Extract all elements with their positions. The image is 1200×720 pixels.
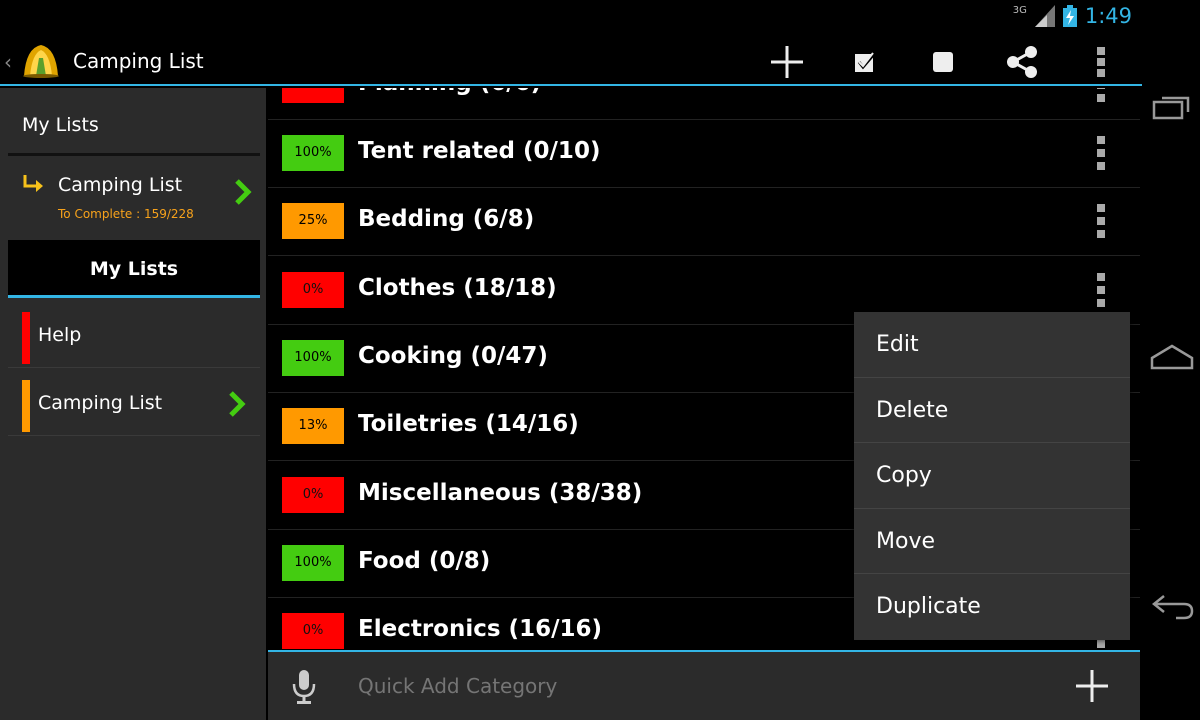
item-menu-icon[interactable]	[1096, 272, 1106, 307]
menu-item-delete[interactable]: Delete	[854, 378, 1130, 444]
drawer-item-help[interactable]: Help	[8, 302, 260, 368]
category-name: Cooking (0/47)	[358, 342, 548, 369]
progress-badge: 13%	[282, 408, 344, 445]
category-name: Planning (6/6)	[358, 88, 541, 96]
drawer-item-camping-list[interactable]: Camping List	[8, 370, 260, 436]
color-bar	[22, 380, 30, 432]
progress-badge: 100%	[282, 339, 344, 376]
list-item[interactable]: 25% Bedding (6/8)	[268, 188, 1140, 257]
checkbox-checked-icon	[855, 52, 877, 72]
app-title: Camping List	[73, 49, 204, 73]
system-nav-bar	[1142, 0, 1200, 720]
chevron-right-icon	[229, 391, 246, 417]
drawer-section-header: My Lists	[8, 240, 260, 298]
checkbox-empty-icon	[933, 52, 953, 72]
signal-icon	[1034, 5, 1055, 27]
status-bar: 3G 1:49	[0, 0, 1142, 36]
category-name: Bedding (6/8)	[358, 206, 535, 233]
status-icons: 3G 1:49	[1013, 4, 1132, 28]
clock: 1:49	[1084, 4, 1132, 28]
microphone-icon[interactable]	[292, 670, 316, 704]
menu-item-duplicate[interactable]: Duplicate	[854, 574, 1130, 640]
quick-add-input[interactable]	[358, 674, 858, 698]
overflow-menu-button[interactable]	[1083, 44, 1119, 80]
progress-badge: 25%	[282, 203, 344, 240]
category-name: Miscellaneous (38/38)	[358, 479, 643, 506]
up-caret-icon[interactable]: ‹	[4, 50, 12, 74]
home-icon[interactable]	[1150, 340, 1194, 372]
category-name: Tent related (0/10)	[358, 138, 601, 164]
current-list-progress: To Complete : 159/228	[58, 207, 194, 221]
share-icon	[1007, 46, 1037, 78]
progress-badge: 0%	[282, 476, 344, 513]
recent-apps-icon[interactable]	[1150, 92, 1194, 124]
uncheck-all-button[interactable]	[925, 44, 961, 80]
back-icon[interactable]	[1150, 590, 1194, 622]
divider	[8, 153, 260, 156]
progress-badge: 100%	[282, 135, 344, 171]
item-menu-icon[interactable]	[1096, 204, 1106, 239]
category-name: Clothes (18/18)	[358, 274, 557, 301]
drawer-heading: My Lists	[22, 114, 99, 136]
color-bar	[22, 312, 30, 364]
drawer-item-label: Camping List	[38, 392, 163, 414]
progress-badge: 0%	[282, 271, 344, 308]
category-name: Toiletries (14/16)	[358, 411, 579, 438]
progress-badge: 0%	[282, 88, 344, 103]
plus-icon[interactable]	[1074, 668, 1110, 704]
item-menu-icon[interactable]	[1096, 88, 1106, 102]
chevron-right-icon	[235, 179, 252, 205]
progress-badge: 100%	[282, 544, 344, 581]
item-menu-icon[interactable]	[1096, 136, 1106, 170]
menu-item-edit[interactable]: Edit	[854, 312, 1130, 378]
list-item[interactable]: 0% Planning (6/6)	[268, 88, 1140, 120]
battery-icon	[1062, 5, 1077, 27]
category-name: Electronics (16/16)	[358, 616, 602, 643]
quick-add-bar	[268, 650, 1140, 720]
return-arrow-icon	[23, 175, 43, 192]
share-button[interactable]	[1004, 44, 1040, 80]
network-type: 3G	[1012, 4, 1027, 16]
drawer-item-label: Help	[38, 324, 82, 346]
action-bar: ‹ Camping List	[0, 36, 1142, 86]
plus-icon	[771, 46, 803, 78]
category-name: Food (0/8)	[358, 547, 491, 574]
current-list-item[interactable]: Camping List To Complete : 159/228	[22, 172, 258, 232]
navigation-drawer: My Lists Camping List To Complete : 159/…	[0, 88, 266, 720]
check-all-button[interactable]	[847, 44, 883, 80]
menu-item-copy[interactable]: Copy	[854, 443, 1130, 509]
progress-badge: 0%	[282, 613, 344, 650]
more-vert-icon	[1097, 47, 1105, 77]
add-button[interactable]	[769, 44, 805, 80]
menu-item-move[interactable]: Move	[854, 509, 1130, 575]
context-menu: Edit Delete Copy Move Duplicate	[854, 312, 1130, 640]
list-item[interactable]: 100% Tent related (0/10)	[268, 120, 1140, 188]
tent-logo-icon[interactable]	[22, 42, 60, 78]
current-list-name: Camping List	[58, 174, 183, 196]
